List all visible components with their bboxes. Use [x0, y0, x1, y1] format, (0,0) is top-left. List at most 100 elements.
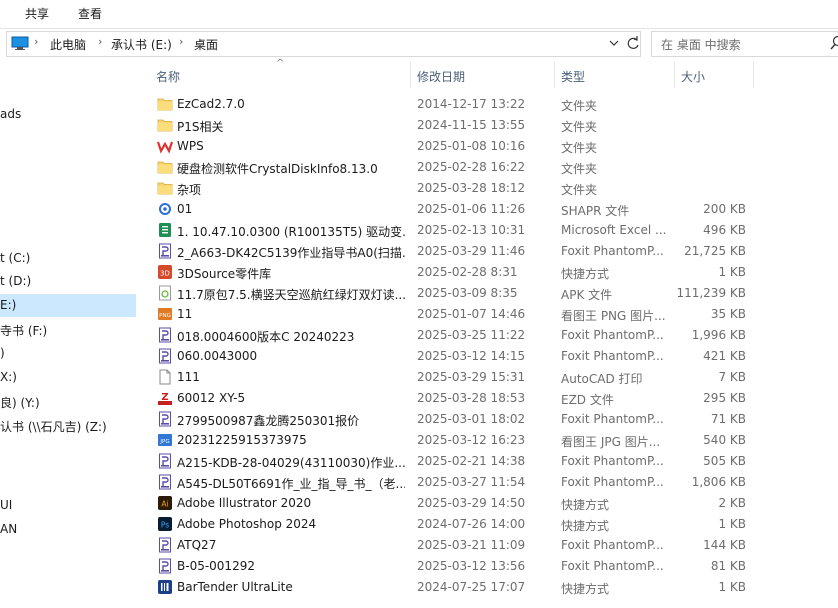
- file-size: 35 KB: [710, 307, 746, 321]
- file-row[interactable]: 杂项 2025-03-28 18:12 文件夹: [0, 178, 838, 199]
- address-bar[interactable]: › 此电脑 › 承认书 (E:) › 桌面: [6, 31, 641, 57]
- file-size: 144 KB: [703, 538, 746, 552]
- file-row[interactable]: ATQ27 2025-03-21 11:09 Foxit PhantomP... 14…: [0, 535, 838, 556]
- file-type: Foxit PhantomP...: [561, 475, 664, 489]
- file-type: APK 文件: [561, 288, 613, 302]
- shapr-file-icon: [157, 201, 173, 217]
- file-type: AutoCAD 打印: [561, 372, 643, 386]
- file-type: 文件夹: [561, 99, 598, 113]
- file-row[interactable]: 2799500987鑫龙腾250301报价 2025-03-01 18:02 Fox…: [0, 409, 838, 430]
- file-date-modified: 2025-01-06 11:26: [417, 202, 526, 216]
- wps-file-icon: [156, 138, 174, 154]
- chevron-right-icon[interactable]: ›: [34, 35, 38, 48]
- file-size: 496 KB: [703, 223, 746, 237]
- file-row[interactable]: WPS 2025-01-08 10:16 文件夹: [0, 136, 838, 157]
- file-size: 1,996 KB: [691, 328, 746, 342]
- file-date-modified: 2025-03-25 11:22: [417, 328, 526, 342]
- svg-text:Ps: Ps: [161, 521, 169, 530]
- search-icon[interactable]: [830, 35, 838, 51]
- file-size: 7 KB: [718, 370, 746, 384]
- file-row[interactable]: BarTender UltraLite 2024-07-25 17:07 快捷方式 1…: [0, 577, 838, 598]
- excel-file-icon: [157, 222, 173, 238]
- file-type: Foxit PhantomP...: [561, 538, 664, 552]
- file-row[interactable]: Ai Adobe Illustrator 2020 2025-03-29 14:50…: [0, 493, 838, 514]
- file-name: 2799500987鑫龙腾250301报价: [177, 414, 360, 428]
- file-type: 文件夹: [561, 162, 598, 176]
- file-date-modified: 2014-12-17 13:22: [417, 97, 526, 111]
- file-row[interactable]: 1. 10.47.10.0300 (R100135T5) 驱动变... 2025-…: [0, 220, 838, 241]
- file-name: ATQ27: [177, 538, 217, 552]
- file-row[interactable]: A215-KDB-28-04029(43110030)作业... 2025-02-…: [0, 451, 838, 472]
- file-date-modified: 2024-11-15 13:55: [417, 118, 526, 132]
- column-type[interactable]: 类型: [561, 68, 585, 85]
- tab-share[interactable]: 共享: [25, 5, 49, 22]
- chevron-right-icon[interactable]: ›: [98, 35, 102, 48]
- chevron-right-icon[interactable]: ›: [179, 35, 183, 48]
- file-date-modified: 2025-03-12 13:56: [417, 559, 526, 573]
- file-row[interactable]: 111 2025-03-29 15:31 AutoCAD 打印 7 KB: [0, 367, 838, 388]
- search-input[interactable]: 在 桌面 中搜索: [651, 31, 838, 57]
- file-row[interactable]: B-05-001292 2025-03-12 13:56 Foxit Phantom…: [0, 556, 838, 577]
- pdf-file-icon: [157, 348, 173, 364]
- 3d-file-icon: 3D: [157, 264, 173, 280]
- file-row[interactable]: 060.0043000 2025-03-12 14:15 Foxit Phantom…: [0, 346, 838, 367]
- file-date-modified: 2025-03-29 14:50: [417, 496, 526, 510]
- file-date-modified: 2025-02-21 14:38: [417, 454, 526, 468]
- column-size[interactable]: 大小: [681, 68, 705, 85]
- apk-file-icon: [157, 285, 173, 301]
- svg-text:3D: 3D: [160, 270, 170, 278]
- file-row[interactable]: 018.0004600版本C 20240223 2025-03-25 11:22 F…: [0, 325, 838, 346]
- file-name: 3DSource零件库: [177, 267, 272, 281]
- file-date-modified: 2025-03-01 18:02: [417, 412, 526, 426]
- crumb-this-pc[interactable]: 此电脑: [50, 36, 86, 53]
- file-size: 505 KB: [703, 454, 746, 468]
- file-row[interactable]: 硬盘检测软件CrystalDiskInfo8.13.0 2025-02-28 16…: [0, 157, 838, 178]
- file-row[interactable]: P1S相关 2024-11-15 13:55 文件夹: [0, 115, 838, 136]
- file-row[interactable]: PNG 11 2025-01-07 14:46 看图王 PNG 图片... 35 KB: [0, 304, 838, 325]
- file-size: 2 KB: [718, 496, 746, 510]
- pdf-file-icon: [157, 411, 173, 427]
- column-name[interactable]: 名称: [156, 68, 180, 85]
- file-row[interactable]: 11.7原包7.5.横竖天空巡航红绿灯双灯读... 2025-03-09 8:35…: [0, 283, 838, 304]
- crumb-desktop[interactable]: 桌面: [194, 36, 218, 53]
- file-type: 快捷方式: [561, 582, 610, 596]
- file-date-modified: 2025-03-09 8:35: [417, 286, 518, 300]
- file-type: 文件夹: [561, 120, 598, 134]
- file-name: WPS: [177, 139, 204, 153]
- svg-text:Ai: Ai: [161, 500, 168, 509]
- file-name: BarTender UltraLite: [177, 580, 293, 594]
- file-date-modified: 2025-03-29 15:31: [417, 370, 526, 384]
- file-name: A215-KDB-28-04029(43110030)作业...: [177, 456, 405, 470]
- this-pc-icon: [11, 36, 29, 50]
- tab-view[interactable]: 查看: [78, 5, 102, 22]
- file-row[interactable]: A545-DL50T6691作_业_指_导_书_（老... 2025-03-27 …: [0, 472, 838, 493]
- file-date-modified: 2025-03-27 11:54: [417, 475, 526, 489]
- column-header: ^ 名称 修改日期 类型 大小: [136, 58, 838, 90]
- file-row[interactable]: Ps Adobe Photoshop 2024 2024-07-26 14:00 快捷…: [0, 514, 838, 535]
- png-file-icon: PNG: [157, 306, 173, 322]
- file-row[interactable]: JPG 20231225915373975 2025-03-12 16:23 看图王 …: [0, 430, 838, 451]
- file-date-modified: 2025-03-29 11:46: [417, 244, 526, 258]
- file-row[interactable]: 01 2025-01-06 11:26 SHAPR 文件 200 KB: [0, 199, 838, 220]
- pdf-file-icon: [157, 243, 173, 259]
- file-name: 杂项: [177, 183, 202, 197]
- file-name: 20231225915373975: [177, 433, 307, 447]
- refresh-icon[interactable]: [625, 34, 641, 52]
- file-name: 060.0043000: [177, 349, 258, 363]
- file-row[interactable]: Z 60012 XY-5 2025-03-28 18:53 EZD 文件 295 KB: [0, 388, 838, 409]
- chevron-down-icon[interactable]: [605, 34, 623, 52]
- file-row[interactable]: 3D 3DSource零件库 2025-02-28 8:31 快捷方式 1 KB: [0, 262, 838, 283]
- file-name: 111: [177, 370, 200, 384]
- file-size: 1,806 KB: [691, 475, 746, 489]
- file-row[interactable]: 2_A663-DK42C5139作业指导书A0(扫描... 2025-03-29 …: [0, 241, 838, 262]
- file-type: EZD 文件: [561, 393, 614, 407]
- folder-icon: [157, 180, 173, 196]
- ai-file-icon: Ai: [157, 495, 173, 511]
- crumb-drive-e[interactable]: 承认书 (E:): [111, 36, 172, 53]
- column-date-modified[interactable]: 修改日期: [417, 68, 465, 85]
- ribbon: 共享 查看: [0, 0, 838, 29]
- file-size: 295 KB: [703, 391, 746, 405]
- file-row[interactable]: EzCad2.7.0 2014-12-17 13:22 文件夹: [0, 94, 838, 115]
- file-name: 1. 10.47.10.0300 (R100135T5) 驱动变...: [177, 225, 405, 239]
- file-name: Adobe Photoshop 2024: [177, 517, 317, 531]
